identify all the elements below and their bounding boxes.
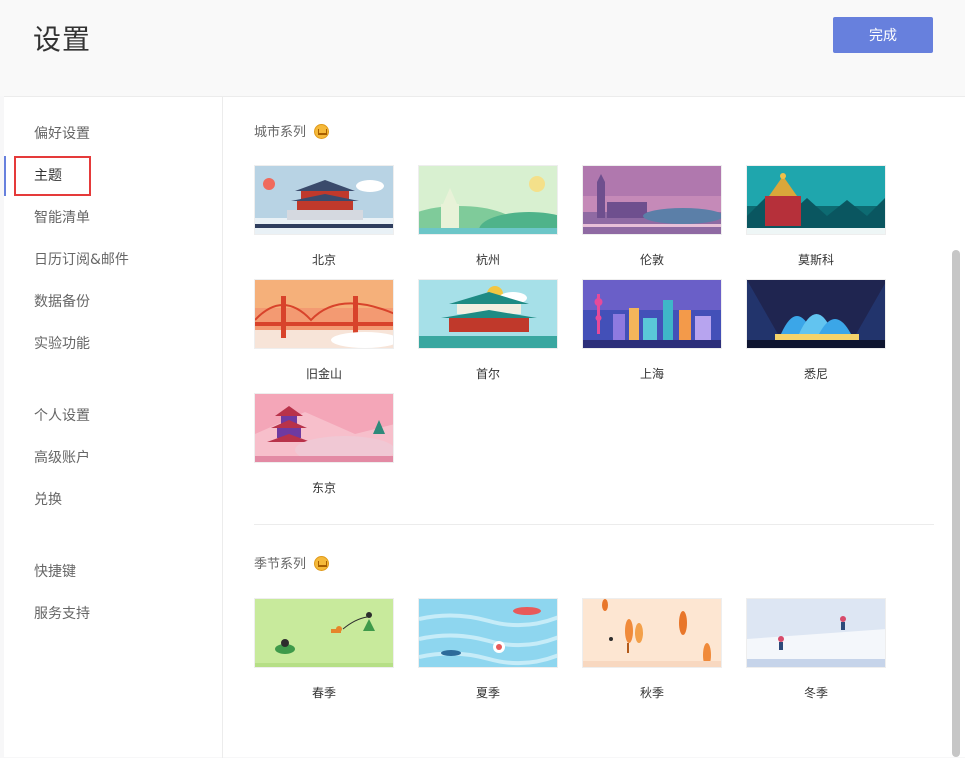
shanghai-thumbnail: [582, 279, 722, 349]
sidebar-item-redeem[interactable]: 兑换: [4, 480, 223, 520]
theme-label: 伦敦: [639, 253, 664, 267]
sydney-thumbnail: [746, 279, 886, 349]
sidebar-item-support[interactable]: 服务支持: [4, 594, 223, 634]
page-title: 设置: [33, 23, 92, 56]
winter-thumbnail: [746, 598, 886, 668]
crown-icon: [314, 556, 330, 571]
sidebar-item-labs[interactable]: 实验功能: [4, 324, 223, 364]
theme-label: 旧金山: [305, 367, 342, 381]
sidebar-item-personal[interactable]: 个人设置: [4, 396, 223, 436]
summer-thumbnail: [418, 598, 558, 668]
sidebar-item-shortcuts[interactable]: 快捷键: [4, 552, 223, 592]
theme-sydney[interactable]: 悉尼: [746, 279, 886, 382]
theme-hangzhou[interactable]: 杭州: [418, 165, 558, 268]
scrollbar[interactable]: [952, 250, 960, 757]
theme-label: 春季: [311, 686, 336, 700]
theme-tokyo[interactable]: 东京: [254, 393, 394, 496]
header: 设置 完成: [0, 0, 965, 96]
season-section-title: 季节系列: [254, 557, 307, 572]
london-thumbnail: [582, 165, 722, 235]
theme-label: 东京: [311, 481, 336, 495]
sidebar-item-smart-lists[interactable]: 智能清单: [4, 198, 223, 238]
sidebar-item-backup[interactable]: 数据备份: [4, 282, 223, 322]
sidebar-item-calendar-email[interactable]: 日历订阅&邮件: [4, 240, 223, 280]
season-section-header: 季节系列: [254, 553, 330, 572]
moscow-thumbnail: [746, 165, 886, 235]
spring-thumbnail: [254, 598, 394, 668]
tokyo-thumbnail: [254, 393, 394, 463]
theme-san-francisco[interactable]: 旧金山: [254, 279, 394, 382]
theme-label: 莫斯科: [797, 253, 834, 267]
theme-london[interactable]: 伦敦: [582, 165, 722, 268]
theme-label: 秋季: [639, 686, 664, 700]
city-section-title: 城市系列: [254, 125, 307, 140]
seoul-thumbnail: [418, 279, 558, 349]
theme-label: 首尔: [475, 367, 500, 381]
crown-icon: [314, 124, 330, 139]
theme-winter[interactable]: 冬季: [746, 598, 886, 701]
theme-label: 上海: [639, 367, 664, 381]
theme-label: 杭州: [475, 253, 500, 267]
theme-moscow[interactable]: 莫斯科: [746, 165, 886, 268]
theme-label: 北京: [311, 253, 336, 267]
sidebar: 偏好设置 主题 智能清单 日历订阅&邮件 数据备份 实验功能 个人设置 高级账户…: [4, 97, 223, 758]
theme-spring[interactable]: 春季: [254, 598, 394, 701]
theme-autumn[interactable]: 秋季: [582, 598, 722, 701]
city-section-header: 城市系列: [254, 121, 330, 140]
theme-label: 悉尼: [803, 367, 828, 381]
theme-label: 冬季: [803, 686, 828, 700]
done-button[interactable]: 完成: [833, 17, 933, 53]
settings-panel: 偏好设置 主题 智能清单 日历订阅&邮件 数据备份 实验功能 个人设置 高级账户…: [4, 96, 965, 758]
selection-highlight: [14, 156, 91, 196]
sidebar-item-premium[interactable]: 高级账户: [4, 438, 223, 478]
hangzhou-thumbnail: [418, 165, 558, 235]
theme-shanghai[interactable]: 上海: [582, 279, 722, 382]
san-francisco-thumbnail: [254, 279, 394, 349]
theme-seoul[interactable]: 首尔: [418, 279, 558, 382]
beijing-thumbnail: [254, 165, 394, 235]
sidebar-item-preferences[interactable]: 偏好设置: [4, 114, 223, 154]
theme-content: 城市系列 北京 杭州 伦敦 莫斯科 旧金山 首尔 上海 悉尼 东京 季节系列 春…: [224, 97, 965, 758]
section-divider: [254, 524, 934, 525]
theme-beijing[interactable]: 北京: [254, 165, 394, 268]
theme-summer[interactable]: 夏季: [418, 598, 558, 701]
theme-label: 夏季: [475, 686, 500, 700]
autumn-thumbnail: [582, 598, 722, 668]
